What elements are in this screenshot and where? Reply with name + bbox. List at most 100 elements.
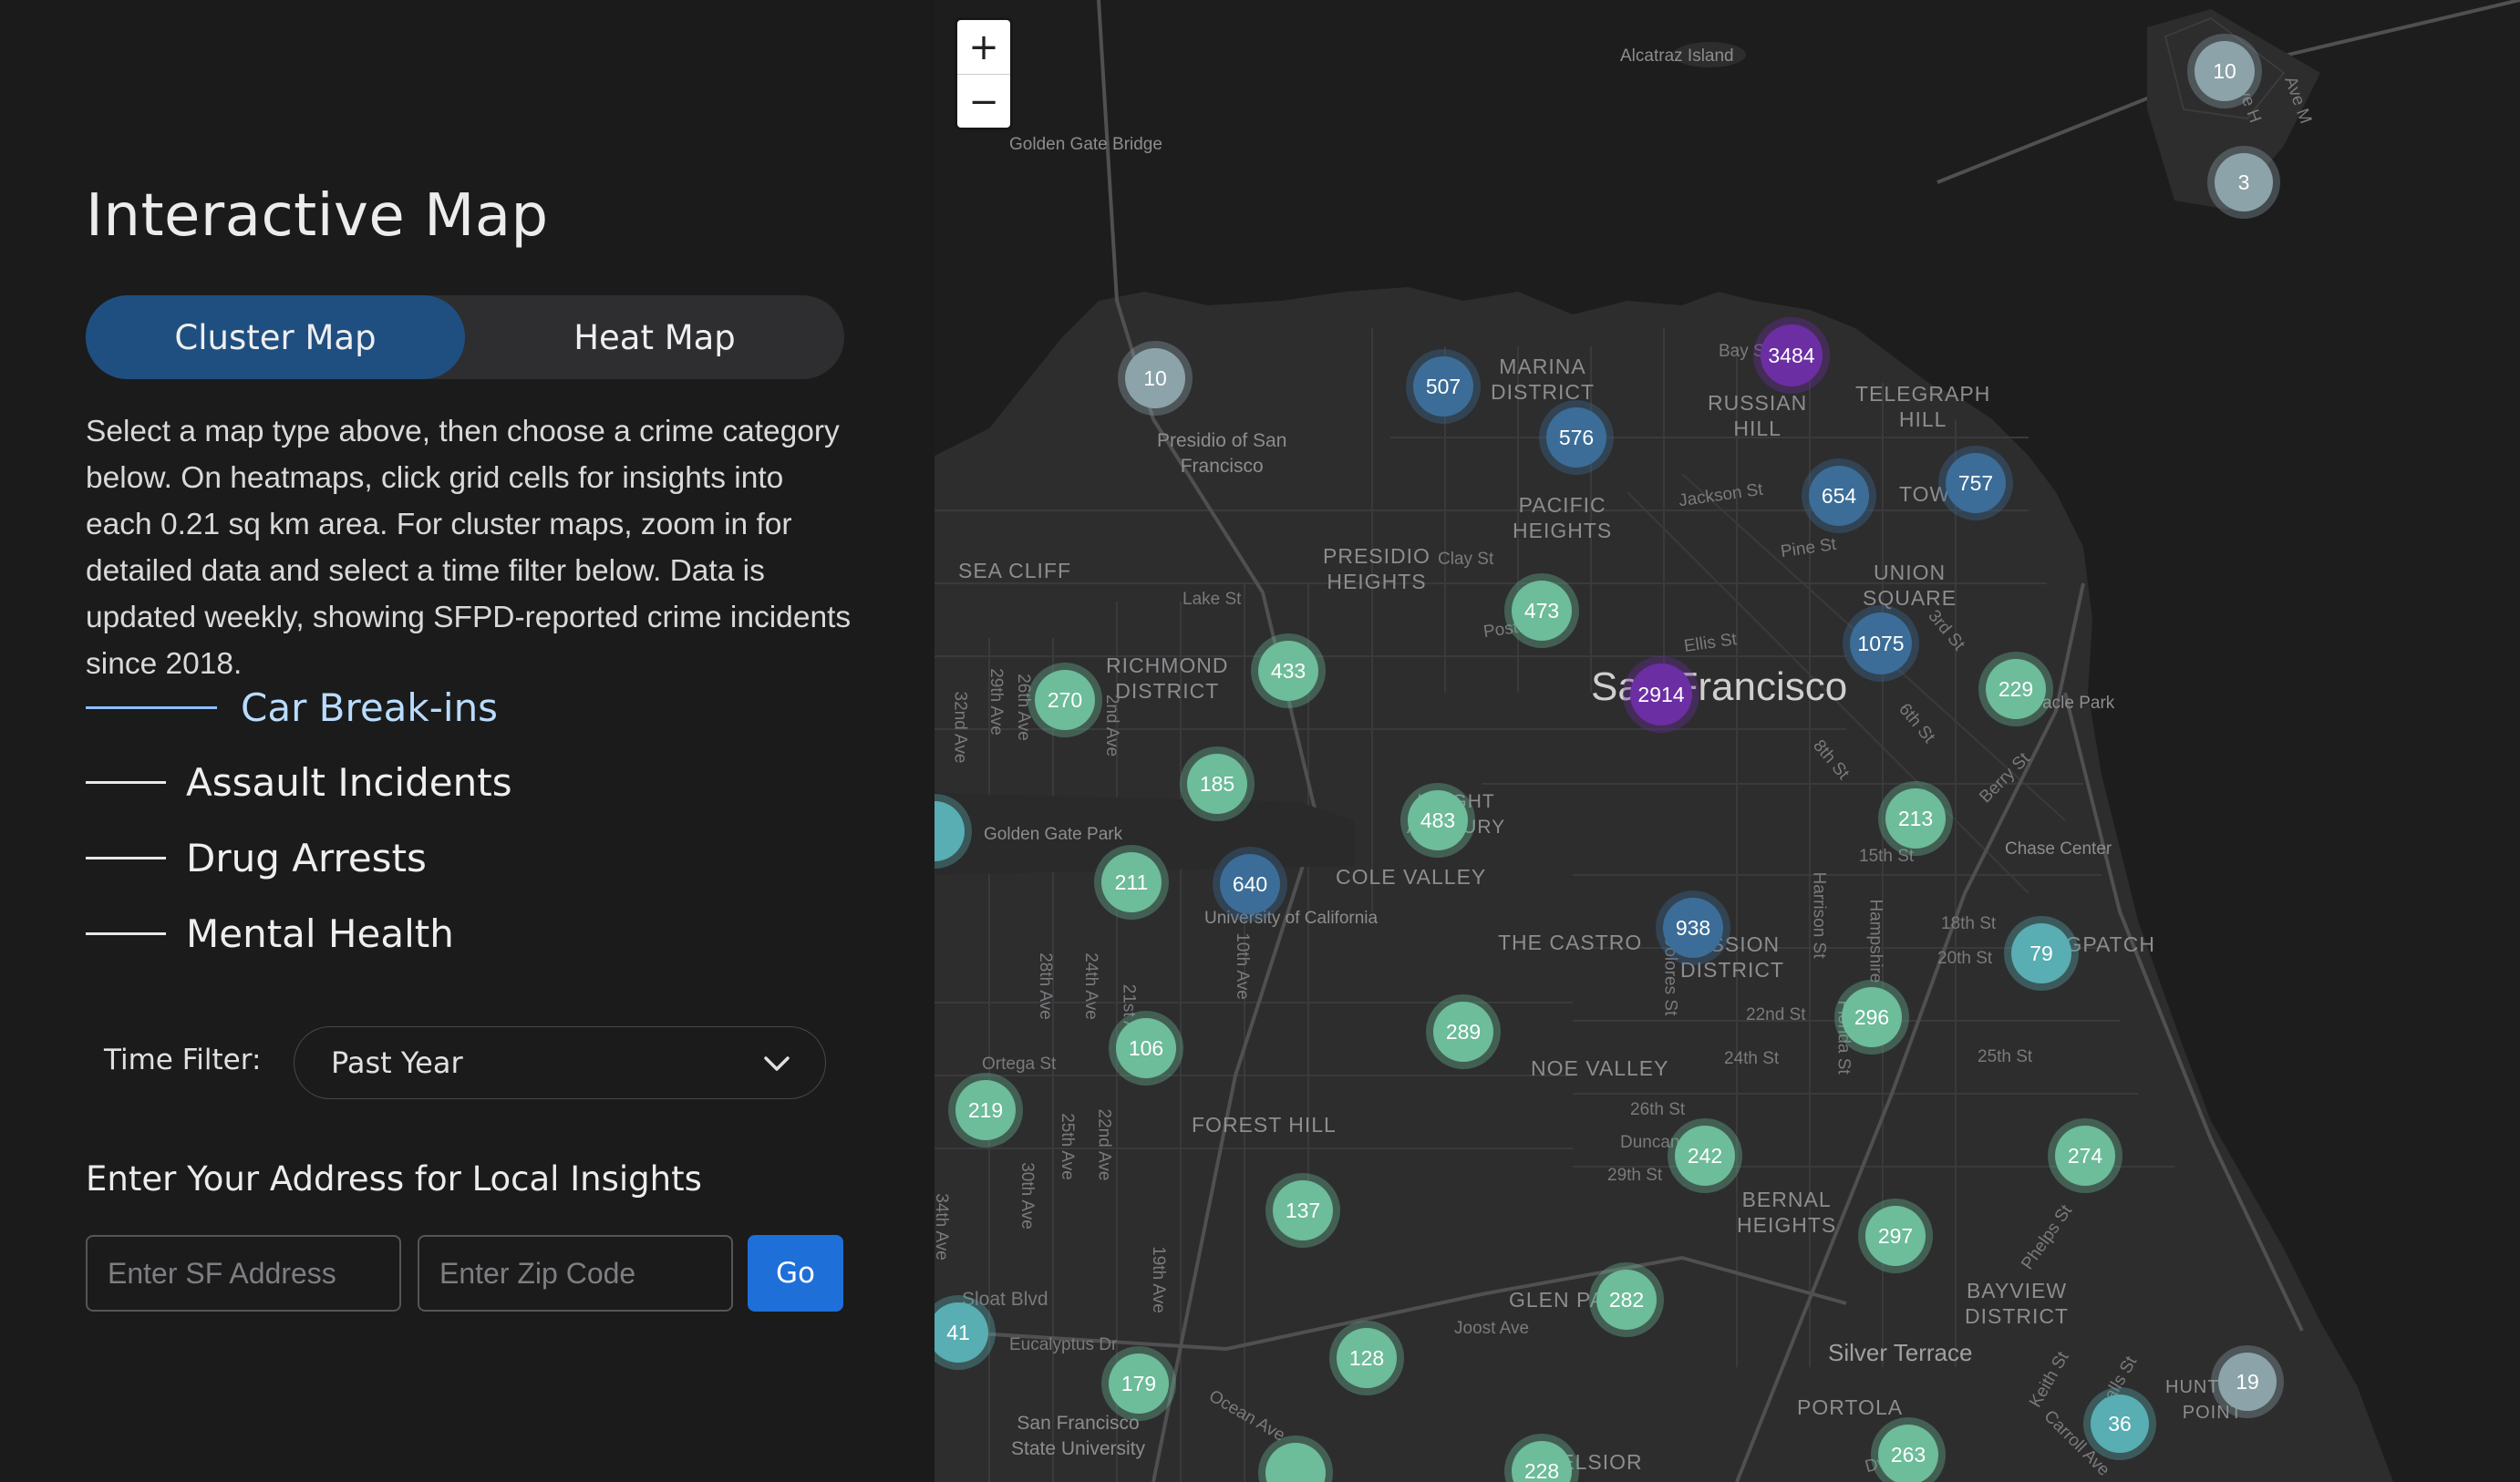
crime-cluster-marker[interactable]: 433: [1251, 633, 1326, 708]
street-label: Harrison St: [1809, 871, 1829, 959]
crime-cluster-marker[interactable]: 654: [1802, 458, 1876, 533]
street-label: 18th St: [1941, 914, 1997, 933]
map-label-marina: MARINA DISTRICT: [1491, 355, 1596, 404]
street-label: 34th Ave: [935, 1193, 951, 1261]
cluster-count: 433: [1270, 658, 1306, 683]
crime-cluster-marker[interactable]: 263: [1871, 1417, 1946, 1482]
crime-cluster-marker[interactable]: 483: [1400, 783, 1475, 858]
crime-cluster-marker[interactable]: 179: [1101, 1346, 1176, 1421]
crime-cluster-marker[interactable]: 757: [1938, 446, 2013, 520]
cluster-count: 3: [2237, 170, 2250, 194]
cluster-count: 263: [1890, 1442, 1926, 1467]
street-label: 24th Ave: [1080, 952, 1100, 1020]
crime-cluster-marker[interactable]: 640: [1213, 847, 1287, 921]
crime-cluster-marker[interactable]: 270: [1028, 663, 1102, 737]
crime-cluster-marker[interactable]: 297: [1858, 1199, 1933, 1273]
heat-map-button[interactable]: Heat Map: [465, 295, 844, 379]
category-mental-health[interactable]: Mental Health: [86, 906, 454, 961]
crime-cluster-marker[interactable]: 507: [1406, 349, 1481, 424]
crime-cluster-marker[interactable]: 242: [1668, 1118, 1742, 1193]
crime-cluster-marker[interactable]: 473: [1504, 573, 1579, 648]
crime-cluster-marker[interactable]: 106: [1109, 1011, 1183, 1086]
map-label-portola: PORTOLA: [1797, 1395, 1904, 1419]
crime-cluster-marker[interactable]: 19: [2211, 1345, 2284, 1418]
crime-cluster-marker[interactable]: 3484: [1753, 317, 1830, 394]
crime-cluster-marker[interactable]: [935, 794, 972, 869]
category-assault-incidents[interactable]: Assault Incidents: [86, 755, 512, 809]
category-label: Drug Arrests: [186, 835, 427, 880]
zoom-out-button[interactable]: −: [957, 75, 1010, 129]
crime-cluster-marker[interactable]: 938: [1656, 890, 1730, 965]
crime-cluster-marker[interactable]: 576: [1539, 400, 1614, 475]
category-line: [86, 931, 166, 935]
street-label: 24th St: [1724, 1049, 1780, 1068]
map-label-golden-gate-park: Golden Gate Park: [984, 825, 1123, 844]
street-label: Clay St: [1438, 550, 1494, 569]
street-label: 28th Ave: [1035, 952, 1055, 1020]
crime-cluster-marker[interactable]: 296: [1834, 980, 1909, 1055]
cluster-count: 576: [1558, 425, 1595, 449]
crime-cluster-marker[interactable]: 137: [1265, 1173, 1340, 1248]
cluster-count: 483: [1420, 808, 1456, 832]
map-label-cole-valley: COLE VALLEY: [1336, 865, 1487, 889]
map-label-presidio-heights: PRESIDIO HEIGHTS: [1323, 544, 1430, 593]
crime-cluster-marker[interactable]: 10: [2187, 34, 2262, 108]
address-input[interactable]: [86, 1235, 401, 1312]
crime-cluster-marker[interactable]: 41: [935, 1295, 996, 1370]
cluster-count: 640: [1232, 871, 1268, 896]
cluster-count: 242: [1687, 1143, 1723, 1168]
zip-code-input[interactable]: [418, 1235, 733, 1312]
cluster-count: 507: [1425, 374, 1461, 398]
street-label: 26th St: [1630, 1100, 1686, 1119]
street-label: 29th St: [1607, 1166, 1663, 1185]
crime-cluster-marker[interactable]: 1075: [1843, 605, 1919, 682]
map-base: [935, 0, 2520, 1482]
category-line: [86, 856, 166, 859]
map-label-golden-gate-bridge: Golden Gate Bridge: [1009, 135, 1162, 154]
crime-cluster-marker[interactable]: 3: [2207, 146, 2280, 219]
street-label: 2nd Ave: [1102, 694, 1122, 757]
cluster-count: 757: [1957, 470, 1994, 495]
crime-cluster-marker[interactable]: 282: [1589, 1262, 1664, 1337]
crime-cluster-marker[interactable]: [1258, 1436, 1333, 1482]
crime-cluster-marker[interactable]: 274: [2048, 1118, 2122, 1193]
crime-cluster-marker[interactable]: 185: [1180, 746, 1255, 821]
map-label-alcatraz: Alcatraz Island: [1620, 46, 1734, 66]
cluster-count: 219: [967, 1097, 1004, 1122]
cluster-count: 10: [1143, 365, 1167, 390]
crime-cluster-marker[interactable]: 213: [1878, 781, 1953, 856]
crime-cluster-marker[interactable]: 79: [2004, 916, 2079, 991]
map-type-toggle: Cluster Map Heat Map: [86, 295, 844, 379]
map-label-richmond: RICHMOND DISTRICT: [1106, 654, 1229, 703]
time-filter-select[interactable]: Past Year: [294, 1026, 826, 1099]
map-label-presidio: Presidio of San Francisco: [1157, 430, 1287, 477]
crime-cluster-marker[interactable]: 289: [1426, 994, 1501, 1069]
cluster-count: 938: [1675, 915, 1711, 940]
cluster-count: 2914: [1637, 682, 1685, 706]
category-drug-arrests[interactable]: Drug Arrests: [86, 830, 427, 885]
cluster-count: 3484: [1768, 343, 1815, 367]
street-label: 25th St: [1978, 1047, 2033, 1066]
active-indicator-line: [86, 705, 217, 709]
zoom-in-button[interactable]: +: [957, 20, 1010, 75]
crime-cluster-marker[interactable]: 219: [948, 1073, 1023, 1148]
category-label: Car Break-ins: [241, 684, 499, 730]
crime-cluster-marker[interactable]: 10: [1118, 341, 1193, 416]
category-car-break-ins[interactable]: Car Break-ins: [86, 680, 498, 735]
crime-cluster-marker[interactable]: 229: [1978, 652, 2053, 726]
crime-cluster-marker[interactable]: 128: [1329, 1321, 1404, 1395]
crime-cluster-marker[interactable]: 36: [2083, 1387, 2156, 1460]
crime-cluster-marker[interactable]: 228: [1504, 1434, 1579, 1482]
crime-cluster-marker[interactable]: 211: [1094, 845, 1169, 920]
time-filter-label: Time Filter:: [104, 1044, 262, 1076]
map-label-noe-valley: NOE VALLEY: [1531, 1056, 1669, 1080]
category-label: Mental Health: [186, 911, 454, 956]
go-button[interactable]: Go: [748, 1235, 843, 1312]
cluster-map-button[interactable]: Cluster Map: [86, 295, 465, 379]
crime-map[interactable]: Alcatraz Island Golden Gate Bridge MARIN…: [935, 0, 2520, 1482]
cluster-count: 185: [1199, 771, 1235, 796]
category-label: Assault Incidents: [186, 759, 512, 805]
time-filter-value: Past Year: [331, 1045, 463, 1080]
crime-cluster-marker[interactable]: 2914: [1623, 656, 1699, 733]
cluster-count: 41: [946, 1320, 970, 1344]
